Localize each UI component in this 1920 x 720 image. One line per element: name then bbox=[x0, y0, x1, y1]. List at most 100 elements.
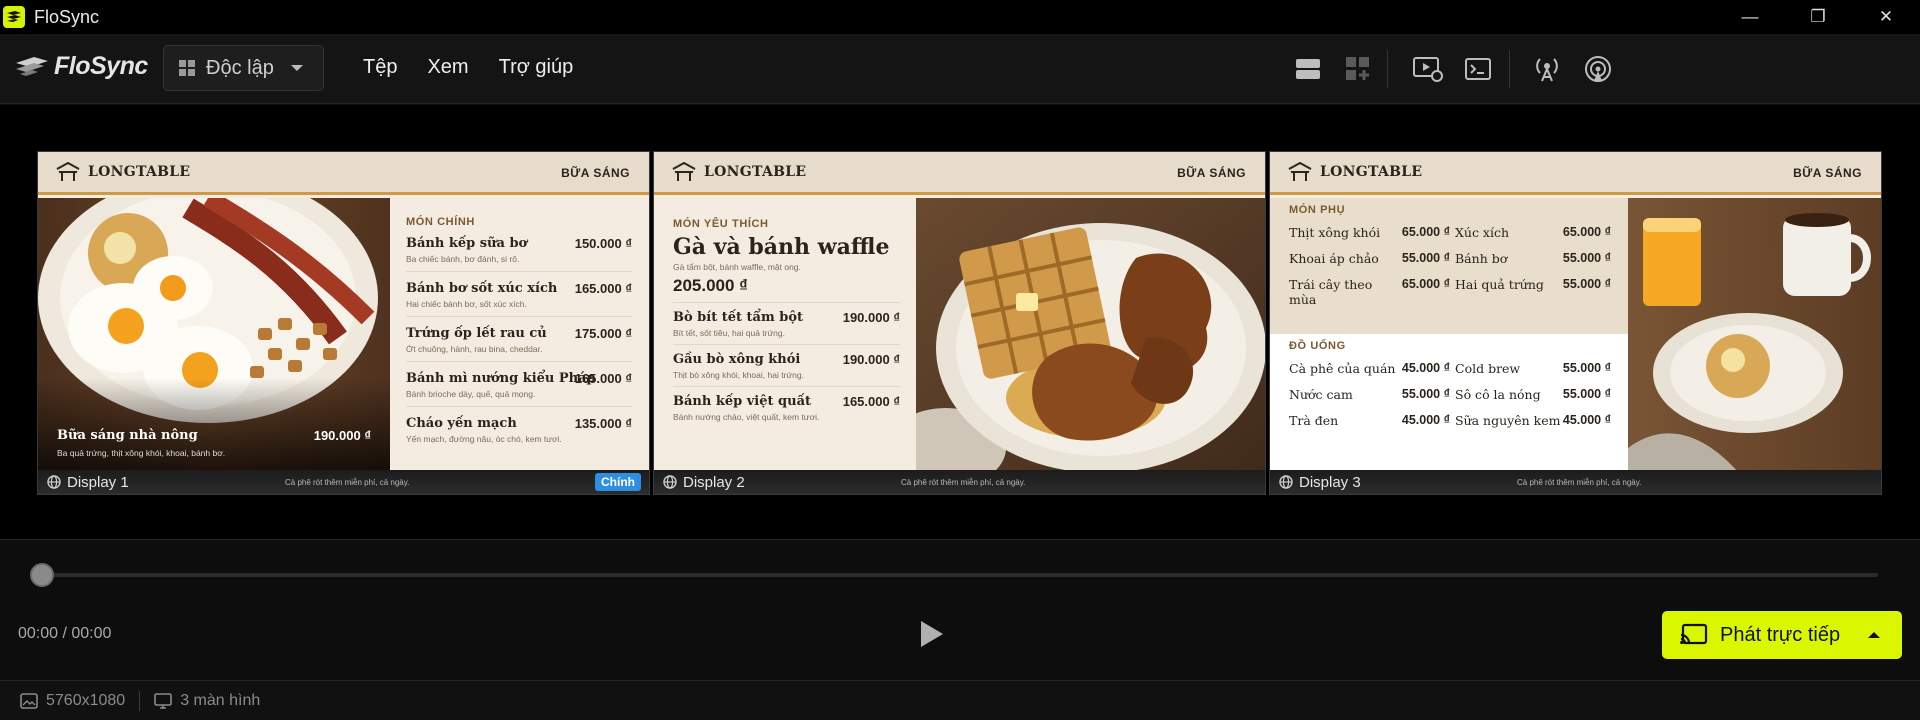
meal-label: BỮA SÁNG bbox=[1793, 166, 1862, 180]
screen-count-readout: 3 màn hình bbox=[180, 691, 261, 709]
display-label: Display 3 bbox=[1299, 473, 1361, 491]
app-title: FloSync bbox=[34, 6, 100, 27]
item-price: 65.000 ₫ bbox=[1401, 225, 1450, 239]
primary-badge: Chính bbox=[595, 473, 641, 491]
main-toolbar: FloSync Độc lập Tệp Xem Trợ giúp bbox=[0, 34, 1920, 104]
item-desc: Ớt chuông, hành, rau bina, cheddar. bbox=[406, 344, 543, 354]
timeline-track[interactable] bbox=[30, 573, 1878, 577]
brand-name: LONGTABLE bbox=[88, 164, 191, 180]
footer-note: Cà phê rót thêm miễn phí, cả ngày. bbox=[285, 478, 410, 487]
menu-item: Bánh mì nướng kiểu Pháp 165.000 ₫ Bánh b… bbox=[406, 371, 632, 407]
display-footer: Display 2 Cà phê rót thêm miễn phí, cả n… bbox=[654, 470, 1265, 494]
menu-header: LONGTABLE BỮA SÁNG bbox=[1270, 152, 1881, 195]
mode-select-label: Độc lập bbox=[206, 56, 274, 79]
display-settings-icon[interactable] bbox=[1413, 54, 1443, 84]
item-name: Cold brew bbox=[1455, 361, 1521, 376]
item-price: 135.000 ₫ bbox=[574, 416, 632, 431]
logo-mark-icon bbox=[16, 56, 48, 76]
display-footer: Display 3 Cà phê rót thêm miễn phí, cả n… bbox=[1270, 470, 1881, 494]
close-button[interactable]: ✕ bbox=[1852, 0, 1920, 34]
brand-name: LONGTABLE bbox=[1320, 164, 1423, 180]
item-desc: Bánh brioche dày, quế, quả mọng. bbox=[406, 389, 536, 399]
feature-desc: Gà tẩm bột, bánh waffle, mật ong. bbox=[673, 262, 801, 272]
section-title: ĐỒ UỐNG bbox=[1289, 340, 1346, 352]
add-widget-icon[interactable] bbox=[1343, 54, 1373, 84]
brand-name: LONGTABLE bbox=[704, 164, 807, 180]
play-icon[interactable] bbox=[921, 621, 943, 647]
item-name: Trái cây theo mùa bbox=[1289, 277, 1373, 307]
live-stream-button[interactable]: Phát trực tiếp bbox=[1662, 611, 1902, 659]
table-logo-icon bbox=[672, 162, 696, 181]
item-price: 175.000 ₫ bbox=[574, 326, 632, 341]
minimize-button[interactable]: — bbox=[1716, 0, 1784, 34]
display-1-preview[interactable]: LONGTABLE BỮA SÁNG Bữa sáng nhà nông 190… bbox=[37, 151, 650, 495]
item-desc: Bánh nướng chảo, việt quất, kem tươi. bbox=[673, 412, 820, 422]
table-logo-icon bbox=[56, 162, 80, 181]
item-desc: Bít tết, sốt tiêu, hai quả trứng. bbox=[673, 328, 786, 338]
menu-view[interactable]: Xem bbox=[427, 56, 468, 79]
item-name: Trà đen bbox=[1289, 413, 1339, 428]
preview-canvas: LONGTABLE BỮA SÁNG Bữa sáng nhà nông 190… bbox=[0, 105, 1920, 540]
title-bar: FloSync — ❐ ✕ bbox=[0, 0, 1920, 34]
item-price: 190.000 ₫ bbox=[842, 352, 900, 367]
menu-header: LONGTABLE BỮA SÁNG bbox=[654, 152, 1265, 195]
broadcast-icon[interactable] bbox=[1532, 54, 1562, 84]
footer-note: Cà phê rót thêm miễn phí, cả ngày. bbox=[901, 478, 1026, 487]
live-stream-label: Phát trực tiếp bbox=[1720, 623, 1841, 646]
restore-button[interactable]: ❐ bbox=[1784, 0, 1852, 34]
globe-icon bbox=[663, 475, 677, 489]
globe-icon bbox=[47, 475, 61, 489]
layout-rows-icon[interactable] bbox=[1293, 54, 1323, 84]
item-price: 45.000 ₫ bbox=[1401, 361, 1450, 375]
chevron-down-icon bbox=[291, 65, 303, 71]
featured-desc: Ba quả trứng, thịt xông khói, khoai, bán… bbox=[57, 448, 226, 458]
menu-item: Bò bít tết tẩm bột 190.000 ₫ Bít tết, số… bbox=[673, 310, 900, 345]
menu-item: Gầu bò xông khói 190.000 ₫ Thịt bò xông … bbox=[673, 352, 900, 387]
chicken-waffle-photo bbox=[916, 198, 1265, 472]
menu-header: LONGTABLE BỮA SÁNG bbox=[38, 152, 649, 195]
monitor-icon bbox=[154, 692, 172, 709]
item-price: 65.000 ₫ bbox=[1401, 277, 1450, 291]
status-bar: 5760x1080 3 màn hình bbox=[0, 680, 1920, 720]
display-2-preview[interactable]: LONGTABLE BỮA SÁNG MÓN YÊU THÍCH Gà và b… bbox=[653, 151, 1266, 495]
item-desc: Yến mạch, đường nâu, óc chó, kem tươi. bbox=[406, 434, 562, 444]
image-size-icon bbox=[20, 692, 38, 709]
item-desc: Thịt bò xông khói, khoai, hai trứng. bbox=[673, 370, 804, 380]
cast-icon bbox=[1680, 623, 1708, 645]
breakfast-photo: Bữa sáng nhà nông 190.000 ₫ Ba quả trứng… bbox=[38, 198, 390, 472]
item-price: 150.000 ₫ bbox=[574, 236, 632, 251]
featured-price: 190.000 ₫ bbox=[313, 428, 371, 443]
drinks-photo bbox=[1628, 198, 1881, 472]
featured-name: Bữa sáng nhà nông bbox=[57, 428, 198, 443]
app-icon bbox=[3, 6, 25, 28]
airplay-icon[interactable] bbox=[1583, 54, 1613, 84]
meal-label: BỮA SÁNG bbox=[561, 166, 630, 180]
feature-name: Gà và bánh waffle bbox=[673, 234, 890, 260]
chevron-up-icon[interactable] bbox=[1868, 632, 1880, 638]
menu-file[interactable]: Tệp bbox=[363, 56, 397, 79]
item-price: 190.000 ₫ bbox=[842, 310, 900, 325]
item-price: 45.000 ₫ bbox=[1562, 413, 1611, 427]
item-price: 165.000 ₫ bbox=[842, 394, 900, 409]
item-price: 165.000 ₫ bbox=[574, 371, 632, 386]
resolution-readout: 5760x1080 bbox=[46, 691, 126, 709]
display-label: Display 1 bbox=[67, 473, 129, 491]
mode-select[interactable]: Độc lập bbox=[163, 45, 324, 91]
display-3-preview[interactable]: LONGTABLE BỮA SÁNG MÓN PHỤ Thịt xông khó… bbox=[1269, 151, 1882, 495]
menu-help[interactable]: Trợ giúp bbox=[499, 56, 574, 79]
item-desc: Ba chiếc bánh, bơ đánh, si rô. bbox=[406, 254, 520, 264]
menu-item: Bánh kếp việt quất 165.000 ₫ Bánh nướng … bbox=[673, 394, 900, 428]
item-name: Nước cam bbox=[1289, 387, 1353, 402]
timeline-scrubber[interactable] bbox=[30, 563, 54, 587]
terminal-icon[interactable] bbox=[1463, 54, 1493, 84]
sides-panel: MÓN PHỤ Thịt xông khói 65.000 ₫ Xúc xích… bbox=[1270, 198, 1628, 334]
logo-text: FloSync bbox=[54, 52, 148, 80]
menu-panel: MÓN YÊU THÍCH Gà và bánh waffle Gà tẩm b… bbox=[654, 198, 916, 472]
menu-bar: Tệp Xem Trợ giúp bbox=[363, 56, 603, 79]
feature-price: 205.000 ₫ bbox=[673, 276, 900, 303]
globe-icon bbox=[1279, 475, 1293, 489]
item-price: 65.000 ₫ bbox=[1562, 225, 1611, 239]
menu-item: Cháo yến mạch 135.000 ₫ Yến mạch, đường … bbox=[406, 416, 632, 451]
item-price: 55.000 ₫ bbox=[1562, 251, 1611, 265]
item-price: 165.000 ₫ bbox=[574, 281, 632, 296]
